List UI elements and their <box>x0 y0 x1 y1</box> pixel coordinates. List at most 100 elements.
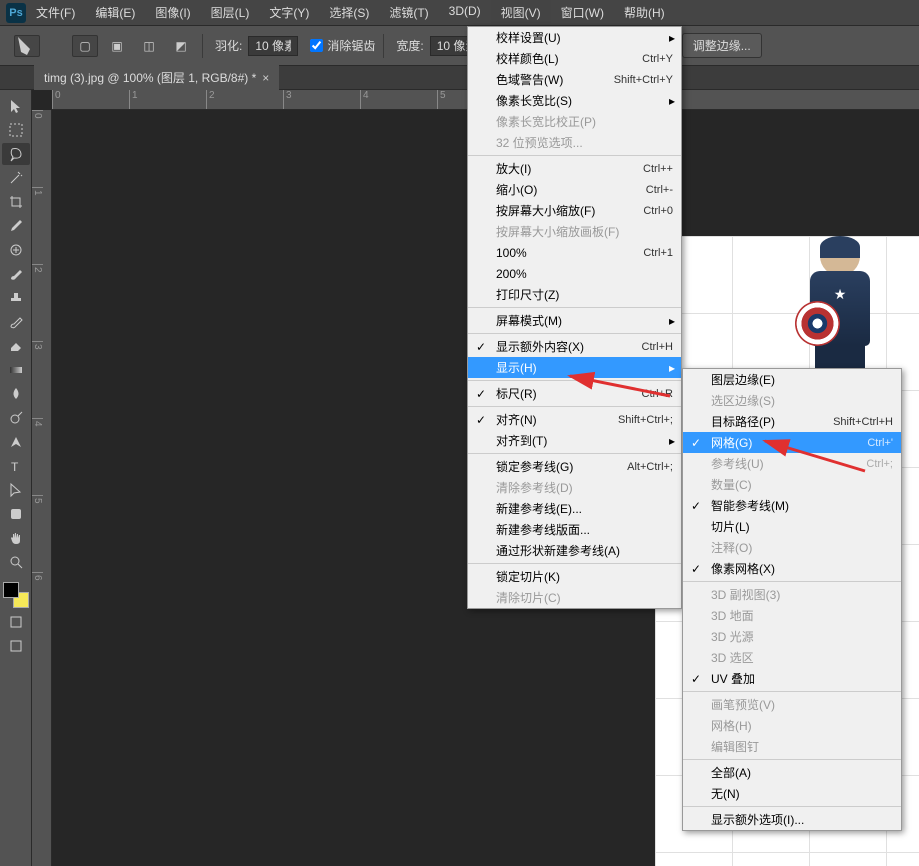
dodge-tool[interactable] <box>2 407 30 429</box>
menu-item: 参考线(U)Ctrl+; <box>683 453 901 474</box>
menu-item[interactable]: 缩小(O)Ctrl+- <box>468 179 681 200</box>
menu-item: 3D 光源 <box>683 626 901 647</box>
hand-tool[interactable] <box>2 527 30 549</box>
menu-item[interactable]: 新建参考线(E)... <box>468 498 681 519</box>
menu-item[interactable]: 校样颜色(L)Ctrl+Y <box>468 48 681 69</box>
menu-item[interactable]: 通过形状新建参考线(A) <box>468 540 681 561</box>
menu-窗口[interactable]: 窗口(W) <box>551 0 614 25</box>
magic-wand-tool[interactable] <box>2 167 30 189</box>
gradient-tool[interactable] <box>2 359 30 381</box>
menu-item: 画笔预览(V) <box>683 694 901 715</box>
menu-item[interactable]: 显示(H)▸ <box>468 357 681 378</box>
menu-视图[interactable]: 视图(V) <box>491 0 551 25</box>
path-select-tool[interactable] <box>2 479 30 501</box>
shape-tool[interactable] <box>2 503 30 525</box>
feather-label: 羽化: <box>215 37 242 54</box>
screenmode-icon[interactable] <box>2 635 30 657</box>
menu-item[interactable]: 打印尺寸(Z) <box>468 284 681 305</box>
menu-item[interactable]: 切片(L) <box>683 516 901 537</box>
color-swatches[interactable] <box>3 582 29 608</box>
ps-logo: Ps <box>6 3 26 23</box>
menu-item: 按屏幕大小缩放画板(F) <box>468 221 681 242</box>
menu-item[interactable]: ✓对齐(N)Shift+Ctrl+; <box>468 409 681 430</box>
new-selection-icon[interactable]: ▢ <box>72 35 98 57</box>
menu-3d[interactable]: 3D(D) <box>439 0 491 25</box>
menu-item[interactable]: 无(N) <box>683 783 901 804</box>
menu-item[interactable]: 新建参考线版面... <box>468 519 681 540</box>
menu-item[interactable]: 全部(A) <box>683 762 901 783</box>
menu-item[interactable]: 对齐到(T)▸ <box>468 430 681 451</box>
show-submenu-dropdown: 图层边缘(E)选区边缘(S)目标路径(P)Shift+Ctrl+H✓网格(G)C… <box>682 368 902 831</box>
menu-item: 注释(O) <box>683 537 901 558</box>
menu-图像[interactable]: 图像(I) <box>145 0 200 25</box>
menu-item[interactable]: 色域警告(W)Shift+Ctrl+Y <box>468 69 681 90</box>
menu-编辑[interactable]: 编辑(E) <box>85 0 145 25</box>
menu-选择[interactable]: 选择(S) <box>319 0 379 25</box>
menu-item[interactable]: 锁定切片(K) <box>468 566 681 587</box>
menu-item[interactable]: 图层边缘(E) <box>683 369 901 390</box>
eyedropper-tool[interactable] <box>2 215 30 237</box>
zoom-tool[interactable] <box>2 551 30 573</box>
blur-tool[interactable] <box>2 383 30 405</box>
stamp-tool[interactable] <box>2 287 30 309</box>
document-tab[interactable]: timg (3).jpg @ 100% (图层 1, RGB/8#) * × <box>34 65 279 90</box>
menu-文件[interactable]: 文件(F) <box>26 0 85 25</box>
antialias-checkbox[interactable]: 消除锯齿 <box>310 37 375 54</box>
feather-input[interactable] <box>248 36 298 56</box>
brush-tool[interactable] <box>2 263 30 285</box>
view-menu-dropdown: 校样设置(U)▸校样颜色(L)Ctrl+Y色域警告(W)Shift+Ctrl+Y… <box>467 26 682 609</box>
intersect-selection-icon[interactable]: ◩ <box>168 35 194 57</box>
menu-item[interactable]: ✓网格(G)Ctrl+' <box>683 432 901 453</box>
width-label: 宽度: <box>396 37 423 54</box>
menu-item[interactable]: 屏幕模式(M)▸ <box>468 310 681 331</box>
menu-item[interactable]: 锁定参考线(G)Alt+Ctrl+; <box>468 456 681 477</box>
menu-item: 数量(C) <box>683 474 901 495</box>
menu-item: 3D 地面 <box>683 605 901 626</box>
menu-item[interactable]: ✓UV 叠加 <box>683 668 901 689</box>
menu-item[interactable]: 200% <box>468 263 681 284</box>
menu-item: 清除切片(C) <box>468 587 681 608</box>
ruler-vertical: 0123456 <box>32 110 52 866</box>
menu-item[interactable]: 放大(I)Ctrl++ <box>468 158 681 179</box>
move-tool[interactable] <box>2 95 30 117</box>
refine-edge-button[interactable]: 调整边缘... <box>682 33 762 58</box>
menu-帮助[interactable]: 帮助(H) <box>614 0 675 25</box>
menu-item: 选区边缘(S) <box>683 390 901 411</box>
menu-item: 网格(H) <box>683 715 901 736</box>
tool-preset-icon[interactable] <box>14 35 40 57</box>
healing-tool[interactable] <box>2 239 30 261</box>
marquee-tool[interactable] <box>2 119 30 141</box>
menu-item: 3D 副视图(3) <box>683 584 901 605</box>
type-tool[interactable]: T <box>2 455 30 477</box>
menubar: Ps 文件(F)编辑(E)图像(I)图层(L)文字(Y)选择(S)滤镜(T)3D… <box>0 0 919 26</box>
close-tab-icon[interactable]: × <box>262 71 269 85</box>
tools-panel: T <box>0 90 32 866</box>
menu-item[interactable]: ✓显示额外内容(X)Ctrl+H <box>468 336 681 357</box>
menu-item: 编辑图钉 <box>683 736 901 757</box>
options-bar: ▢ ▣ ◫ ◩ 羽化: 消除锯齿 宽度: 调整边缘... <box>0 26 919 66</box>
subtract-selection-icon[interactable]: ◫ <box>136 35 162 57</box>
history-brush-tool[interactable] <box>2 311 30 333</box>
menu-item[interactable]: 校样设置(U)▸ <box>468 27 681 48</box>
menu-item[interactable]: ✓标尺(R)Ctrl+R <box>468 383 681 404</box>
menu-item: 清除参考线(D) <box>468 477 681 498</box>
quickmask-icon[interactable] <box>2 611 30 633</box>
menu-item[interactable]: ✓像素网格(X) <box>683 558 901 579</box>
menu-item[interactable]: 100%Ctrl+1 <box>468 242 681 263</box>
menu-item[interactable]: 按屏幕大小缩放(F)Ctrl+0 <box>468 200 681 221</box>
eraser-tool[interactable] <box>2 335 30 357</box>
lasso-tool[interactable] <box>2 143 30 165</box>
menu-文字[interactable]: 文字(Y) <box>259 0 319 25</box>
menu-item[interactable]: ✓智能参考线(M) <box>683 495 901 516</box>
svg-text:T: T <box>11 460 19 474</box>
menu-图层[interactable]: 图层(L) <box>201 0 260 25</box>
pen-tool[interactable] <box>2 431 30 453</box>
menu-item[interactable]: 像素长宽比(S)▸ <box>468 90 681 111</box>
crop-tool[interactable] <box>2 191 30 213</box>
document-tabs: timg (3).jpg @ 100% (图层 1, RGB/8#) * × <box>0 66 919 90</box>
add-selection-icon[interactable]: ▣ <box>104 35 130 57</box>
menu-item[interactable]: 目标路径(P)Shift+Ctrl+H <box>683 411 901 432</box>
menu-滤镜[interactable]: 滤镜(T) <box>379 0 438 25</box>
menu-item: 像素长宽比校正(P) <box>468 111 681 132</box>
menu-item[interactable]: 显示额外选项(I)... <box>683 809 901 830</box>
